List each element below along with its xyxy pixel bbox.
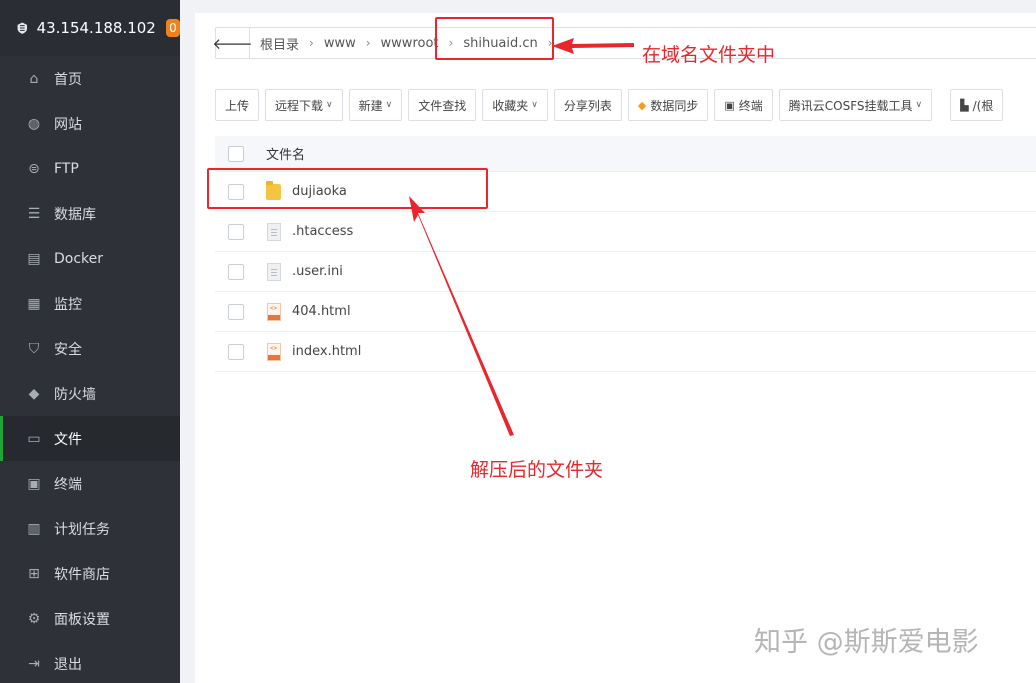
annotation-extracted-folder: 解压后的文件夹 — [470, 459, 604, 481]
watermark: 知乎 @斯斯爱电影 — [754, 627, 979, 658]
arrow-to-folder — [409, 196, 514, 436]
annotation-arrows — [409, 38, 634, 436]
arrow-to-breadcrumb — [552, 38, 634, 54]
annotation-domain-folder: 在域名文件夹中 — [642, 44, 776, 66]
